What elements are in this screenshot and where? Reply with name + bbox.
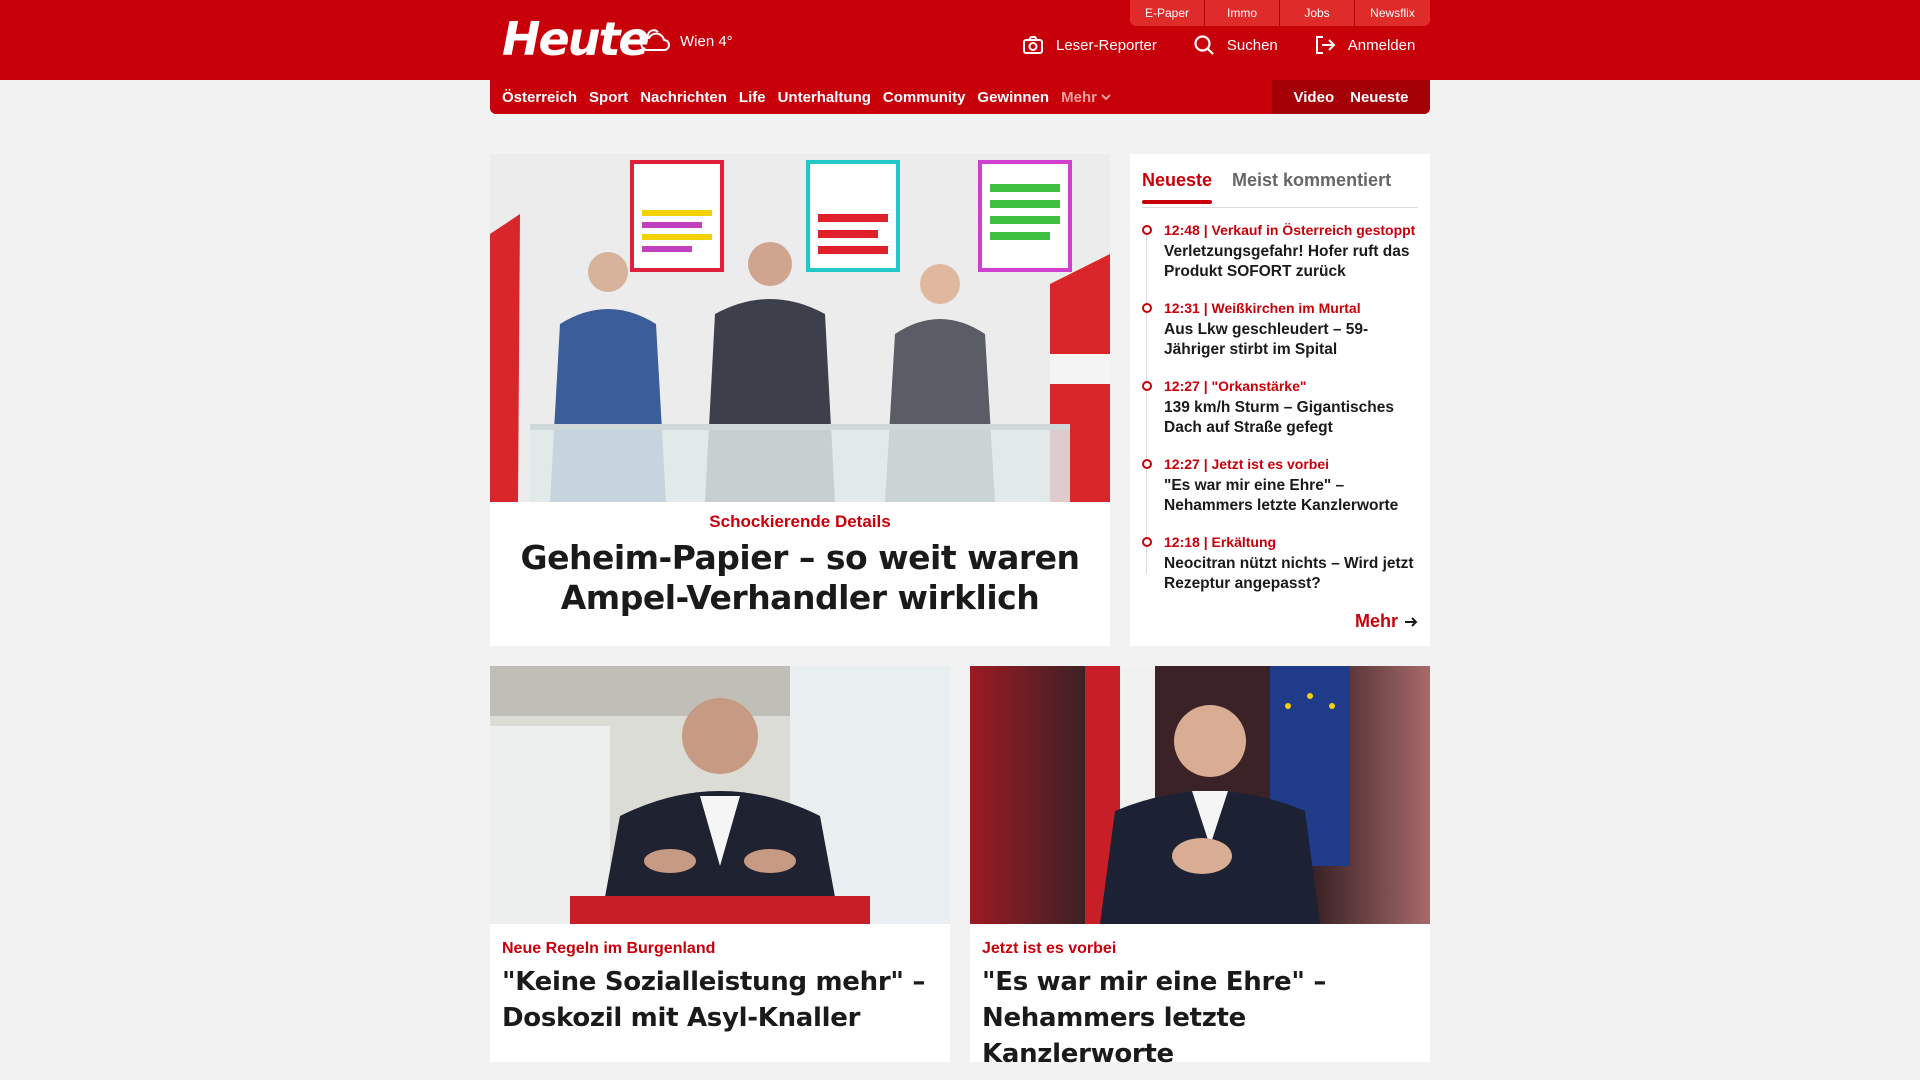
story-card-kicker: Jetzt ist es vorbei xyxy=(982,940,1117,957)
lead-story[interactable]: Schockierende Details Geheim-Papier – so… xyxy=(490,154,1110,646)
leser-reporter-button[interactable]: Leser-Reporter xyxy=(1022,34,1157,56)
ticker-meta: 12:48 | Verkauf in Österreich gestoppt xyxy=(1164,222,1416,238)
camera-icon xyxy=(1022,34,1044,56)
ticker-meta: 12:27 | Jetzt ist es vorbei xyxy=(1164,456,1329,472)
sidebar-tabs: Neueste Meist kommentiert xyxy=(1142,164,1418,208)
timeline-dot-icon xyxy=(1142,459,1152,469)
sidebar-more-label: Mehr xyxy=(1354,611,1398,631)
lead-story-image xyxy=(490,154,1110,502)
story-card-headline[interactable]: "Keine Sozialleistung mehr" – Doskozil m… xyxy=(502,964,938,1036)
ticker-item[interactable]: 12:27 | "Orkanstärke" 139 km/h Sturm – G… xyxy=(1142,378,1418,438)
weather-label: Wien 4° xyxy=(680,32,733,50)
weather-widget[interactable]: Wien 4° xyxy=(638,26,733,56)
sidebar-more-link[interactable]: Mehr xyxy=(1355,611,1418,632)
nav-video[interactable]: Video xyxy=(1294,89,1335,106)
story-card-kicker: Neue Regeln im Burgenland xyxy=(502,940,716,957)
tab-immo[interactable]: Immo xyxy=(1205,0,1280,26)
nav-oesterreich[interactable]: Österreich xyxy=(502,89,577,106)
timeline-dot-icon xyxy=(1142,381,1152,391)
login-icon xyxy=(1314,34,1336,56)
ticker-title[interactable]: "Es war mir eine Ehre" – Nehammers letzt… xyxy=(1164,476,1418,516)
lead-story-headline[interactable]: Geheim-Papier – so weit waren Ampel-Verh… xyxy=(502,538,1098,618)
search-icon xyxy=(1193,34,1215,56)
nav-more-dropdown[interactable]: Mehr xyxy=(1061,89,1111,106)
ticker-item[interactable]: 12:48 | Verkauf in Österreich gestoppt V… xyxy=(1142,222,1418,282)
ticker-title[interactable]: Aus Lkw geschleudert – 59-Jähriger stirb… xyxy=(1164,320,1418,360)
nav-right-group: Video Neueste xyxy=(1272,80,1430,114)
ticker-title[interactable]: 139 km/h Sturm – Gigantisches Dach auf S… xyxy=(1164,398,1418,438)
ticker-title[interactable]: Neocitran nützt nichts – Wird jetzt Reze… xyxy=(1164,554,1418,594)
story-card-image xyxy=(970,666,1430,924)
search-label: Suchen xyxy=(1226,36,1278,54)
tab-meist-kommentiert[interactable]: Meist kommentiert xyxy=(1232,170,1391,191)
nav-more-label: Mehr xyxy=(1061,88,1097,106)
latest-news-sidebar: Neueste Meist kommentiert 12:48 | Verkau… xyxy=(1130,154,1430,646)
tab-newsflix[interactable]: Newsflix xyxy=(1355,0,1430,26)
login-label: Anmelden xyxy=(1347,36,1416,54)
story-card-headline[interactable]: "Es war mir eine Ehre" – Nehammers letzt… xyxy=(982,964,1418,1072)
nav-sport[interactable]: Sport xyxy=(589,89,628,106)
story-card[interactable]: Neue Regeln im Burgenland "Keine Soziall… xyxy=(490,666,950,1062)
lead-story-kicker: Schockierende Details xyxy=(709,512,891,531)
search-button[interactable]: Suchen xyxy=(1193,34,1278,56)
news-ticker: 12:48 | Verkauf in Österreich gestoppt V… xyxy=(1142,222,1418,594)
tab-epaper[interactable]: E-Paper xyxy=(1130,0,1205,26)
story-card-image xyxy=(490,666,950,924)
leser-reporter-label: Leser-Reporter xyxy=(1056,36,1157,54)
ticker-item[interactable]: 12:31 | Weißkirchen im Murtal Aus Lkw ge… xyxy=(1142,300,1418,360)
nav-unterhaltung[interactable]: Unterhaltung xyxy=(778,89,871,106)
chevron-down-icon xyxy=(1101,93,1111,101)
nav-nachrichten[interactable]: Nachrichten xyxy=(640,89,727,106)
nav-community[interactable]: Community xyxy=(883,89,966,106)
ticker-meta: 12:18 | Erkältung xyxy=(1164,534,1277,550)
service-tabs: E-Paper Immo Jobs Newsflix xyxy=(1130,0,1430,26)
nav-life[interactable]: Life xyxy=(739,89,766,106)
site-header xyxy=(0,0,1920,80)
main-nav: Österreich Sport Nachrichten Life Unterh… xyxy=(490,80,1430,114)
nav-gewinnen[interactable]: Gewinnen xyxy=(977,89,1049,106)
header-actions: Leser-Reporter Suchen Anmelden xyxy=(1022,34,1415,56)
ticker-title[interactable]: Verletzungsgefahr! Hofer ruft das Produk… xyxy=(1164,242,1418,282)
arrow-right-icon xyxy=(1404,616,1418,628)
weather-icon xyxy=(638,26,672,56)
ticker-meta: 12:31 | Weißkirchen im Murtal xyxy=(1164,300,1361,316)
login-button[interactable]: Anmelden xyxy=(1314,34,1416,56)
story-card[interactable]: Jetzt ist es vorbei "Es war mir eine Ehr… xyxy=(970,666,1430,1069)
timeline-dot-icon xyxy=(1142,303,1152,313)
timeline-dot-icon xyxy=(1142,537,1152,547)
site-logo[interactable]: Heute xyxy=(502,12,650,66)
tab-neueste[interactable]: Neueste xyxy=(1142,170,1213,204)
ticker-meta: 12:27 | "Orkanstärke" xyxy=(1164,378,1307,394)
timeline-dot-icon xyxy=(1142,225,1152,235)
nav-neueste[interactable]: Neueste xyxy=(1350,89,1408,106)
tab-jobs[interactable]: Jobs xyxy=(1280,0,1355,26)
ticker-item[interactable]: 12:18 | Erkältung Neocitran nützt nichts… xyxy=(1142,534,1418,594)
ticker-item[interactable]: 12:27 | Jetzt ist es vorbei "Es war mir … xyxy=(1142,456,1418,516)
